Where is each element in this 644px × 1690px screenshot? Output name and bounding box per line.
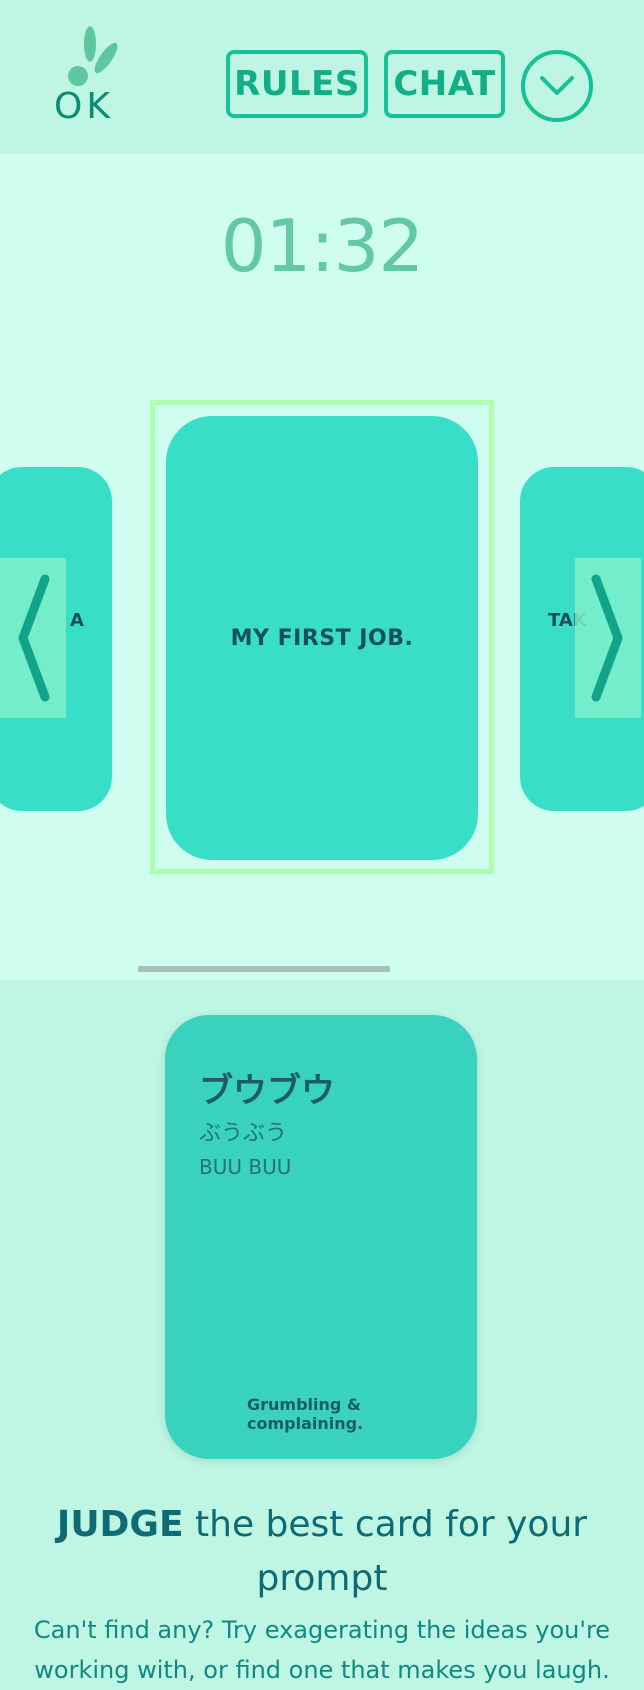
app-logo[interactable]: OK xyxy=(48,26,138,130)
chevron-left-icon xyxy=(18,574,50,702)
current-prompt-card[interactable]: MY FIRST JOB. xyxy=(166,416,478,860)
judge-keyword: JUDGE xyxy=(56,1504,184,1545)
scroll-indicator[interactable] xyxy=(138,966,390,972)
instruction-headline: JUDGE the best card for your prompt xyxy=(0,1498,644,1606)
subtext-line-2: working with, or find one that makes you… xyxy=(34,1656,610,1684)
subtext-line-1: Can't find any? Try exagerating the idea… xyxy=(33,1616,611,1644)
headline-rest: the best card for your prompt xyxy=(183,1504,588,1599)
instructions: JUDGE the best card for your prompt Can'… xyxy=(0,1498,644,1690)
card-japanese-word: ブウブウ xyxy=(199,1071,335,1111)
prompt-text: MY FIRST JOB. xyxy=(230,625,414,651)
countdown-timer: 01:32 xyxy=(220,204,425,288)
rules-button[interactable]: RULES xyxy=(226,50,368,118)
next-card-arrow-button[interactable] xyxy=(575,558,641,718)
chevron-right-icon xyxy=(591,574,623,702)
logo-text: OK xyxy=(54,86,114,127)
hand-card[interactable]: ブウブウ ぶうぶう BUU BUU Grumbling & complainin… xyxy=(165,1015,477,1459)
instruction-subtext: Can't find any? Try exagerating the idea… xyxy=(0,1610,644,1690)
previous-card-text: A xyxy=(70,610,84,631)
card-hiragana: ぶうぶう xyxy=(199,1121,288,1146)
card-meaning: Grumbling & complaining. xyxy=(247,1395,364,1433)
menu-dropdown-button[interactable] xyxy=(521,50,593,122)
top-bar: OK RULES CHAT xyxy=(0,0,644,154)
chevron-down-icon xyxy=(540,76,574,95)
previous-card-arrow-button[interactable] xyxy=(0,558,66,718)
card-romaji: BUU BUU xyxy=(199,1155,292,1179)
chat-button[interactable]: CHAT xyxy=(384,50,505,118)
prompt-stage: 01:32 A TAK MY FIRST JOB. xyxy=(0,154,644,980)
